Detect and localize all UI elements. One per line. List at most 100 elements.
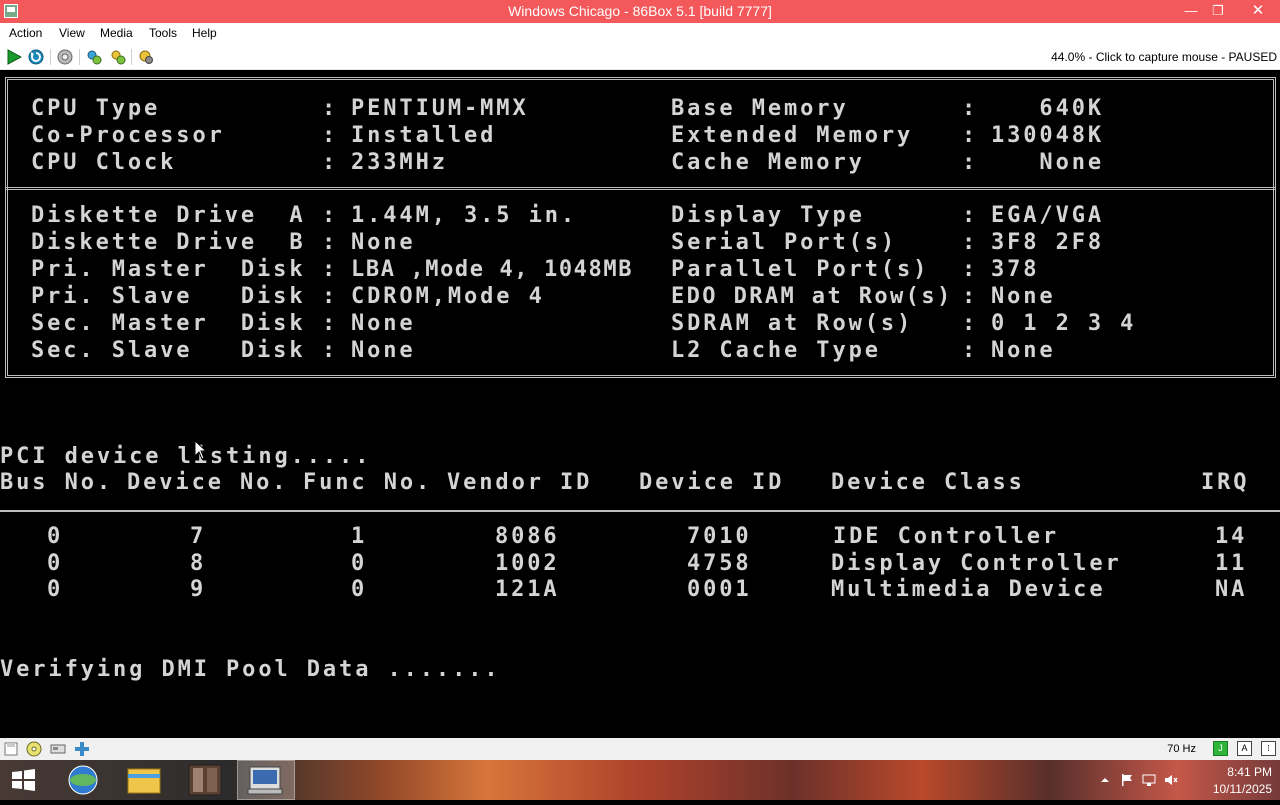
colon: :: [962, 230, 979, 255]
bios-parallel-ports-value: 378: [991, 257, 1040, 282]
pci-class: Display Controller: [831, 551, 1122, 576]
bios-pri-master-label: Pri. Master Disk: [31, 257, 306, 282]
bios-pri-slave-value: CDROM,Mode 4: [351, 284, 545, 309]
floppy-icon[interactable]: [3, 741, 19, 757]
network-icon[interactable]: [74, 741, 90, 757]
clock-date[interactable]: 10/11/2025: [1213, 782, 1272, 796]
bios-diskette-a-label: Diskette Drive A: [31, 203, 306, 228]
pci-header-vendor: Vendor ID: [447, 470, 593, 495]
bios-serial-ports-label: Serial Port(s): [671, 230, 898, 255]
emulation-status-text[interactable]: 44.0% - Click to capture mouse - PAUSED: [1051, 50, 1277, 64]
pci-class: IDE Controller: [833, 524, 1060, 549]
pci-vendor: 1002: [495, 551, 560, 576]
menu-help[interactable]: Help: [190, 26, 219, 40]
emulator-window: Windows Chicago - 86Box 5.1 [build 7777]…: [0, 0, 1280, 800]
pci-device: 7: [190, 524, 207, 549]
pci-func: 0: [351, 551, 368, 576]
emulator-screen[interactable]: CPU Type : PENTIUM-MMX Co-Processor : In…: [0, 70, 1280, 738]
pci-header-device: Device No.: [127, 470, 289, 495]
bios-display-type-value: EGA/VGA: [991, 203, 1105, 228]
pci-device: 8: [190, 551, 207, 576]
toolbar: 44.0% - Click to capture mouse - PAUSED: [0, 44, 1280, 70]
colon: :: [962, 96, 979, 121]
86box-taskbar-icon[interactable]: [237, 760, 295, 800]
reset-icon[interactable]: [28, 49, 44, 65]
bios-extended-memory-label: Extended Memory: [671, 123, 914, 148]
pci-func: 0: [351, 577, 368, 602]
menu-tools[interactable]: Tools: [147, 26, 179, 40]
bios-cpu-type-value: PENTIUM-MMX: [351, 96, 529, 121]
ctrl-alt-del-icon[interactable]: [57, 49, 73, 65]
file-explorer-icon[interactable]: [115, 760, 173, 800]
bios-sec-slave-label: Sec. Slave Disk: [31, 338, 306, 363]
toolbar-separator: [50, 49, 51, 65]
status-bar: 70 Hz J A ⁝: [0, 738, 1280, 760]
system-tray: 8:41 PM 10/11/2025: [1090, 760, 1280, 800]
pci-device-id: 0001: [687, 577, 752, 602]
volume-muted-icon[interactable]: [1164, 773, 1178, 787]
bios-coprocessor-label: Co-Processor: [31, 123, 225, 148]
colon: :: [962, 311, 979, 336]
pci-header-class: Device Class: [831, 470, 1025, 495]
bios-cpu-type-label: CPU Type: [31, 96, 161, 121]
settings-icon[interactable]: [138, 49, 154, 65]
colon: :: [962, 338, 979, 363]
bios-cache-memory-label: Cache Memory: [671, 150, 865, 175]
pci-bus: 0: [47, 577, 64, 602]
pci-header-func: Func No.: [303, 470, 433, 495]
action-center-flag-icon[interactable]: [1120, 773, 1134, 787]
bios-sec-master-label: Sec. Master Disk: [31, 311, 306, 336]
clock-time[interactable]: 8:41 PM: [1227, 765, 1272, 779]
start-button[interactable]: [0, 760, 48, 800]
restore-button[interactable]: ❐: [1203, 0, 1233, 23]
bios-parallel-ports-label: Parallel Port(s): [671, 257, 930, 282]
bios-sec-master-value: None: [351, 311, 416, 336]
colon: :: [322, 311, 339, 336]
menu-media[interactable]: Media: [98, 26, 135, 40]
bios-cache-memory-value: None: [991, 150, 1105, 175]
app-window-icon[interactable]: [176, 760, 234, 800]
pci-header-device-id: Device ID: [639, 470, 785, 495]
more-indicator-icon[interactable]: ⁝: [1261, 741, 1276, 756]
menu-view[interactable]: View: [57, 26, 87, 40]
pci-bus: 0: [47, 551, 64, 576]
hdd-icon[interactable]: [50, 741, 66, 757]
settings-icon[interactable]: [86, 49, 102, 65]
settings-icon[interactable]: [110, 49, 126, 65]
network-tray-icon[interactable]: [1142, 773, 1156, 787]
toolbar-separator: [79, 49, 80, 65]
close-button[interactable]: ✕: [1236, 0, 1280, 23]
pci-vendor: 8086: [495, 524, 560, 549]
pci-listing-title: PCI device listing.....: [0, 444, 372, 469]
bios-diskette-b-label: Diskette Drive B: [31, 230, 306, 255]
bios-edo-dram-value: None: [991, 284, 1056, 309]
cdrom-icon[interactable]: [26, 741, 42, 757]
title-bar[interactable]: Windows Chicago - 86Box 5.1 [build 7777]…: [0, 0, 1280, 23]
bios-divider: [5, 187, 1276, 190]
colon: :: [322, 230, 339, 255]
internet-explorer-icon[interactable]: [54, 760, 112, 800]
colon: :: [962, 284, 979, 309]
colon: :: [322, 123, 339, 148]
minimize-button[interactable]: —: [1176, 0, 1206, 23]
pci-irq: NA: [1215, 577, 1248, 602]
pci-header-bus: Bus No.: [0, 470, 114, 495]
menu-action[interactable]: Action: [7, 26, 44, 40]
pci-irq: 11: [1215, 551, 1248, 576]
play-icon[interactable]: [6, 49, 22, 65]
bios-serial-ports-value: 3F8 2F8: [991, 230, 1105, 255]
keyboard-indicator-icon[interactable]: A: [1237, 741, 1252, 756]
bios-cpu-clock-value: 233MHz: [351, 150, 448, 175]
pci-header-irq: IRQ: [1201, 470, 1250, 495]
pci-divider: [0, 510, 1280, 512]
bios-display-type-label: Display Type: [671, 203, 865, 228]
menu-bar: Action View Media Tools Help: [0, 23, 1280, 44]
colon: :: [322, 150, 339, 175]
bios-diskette-a-value: 1.44M, 3.5 in.: [351, 203, 578, 228]
bios-sdram-label: SDRAM at Row(s): [671, 311, 914, 336]
bios-edo-dram-label: EDO DRAM at Row(s): [671, 284, 953, 309]
joystick-indicator-icon[interactable]: J: [1213, 741, 1228, 756]
show-hidden-icons-icon[interactable]: [1098, 773, 1112, 787]
pci-device-id: 4758: [687, 551, 752, 576]
taskbar: 8:41 PM 10/11/2025: [0, 760, 1280, 800]
